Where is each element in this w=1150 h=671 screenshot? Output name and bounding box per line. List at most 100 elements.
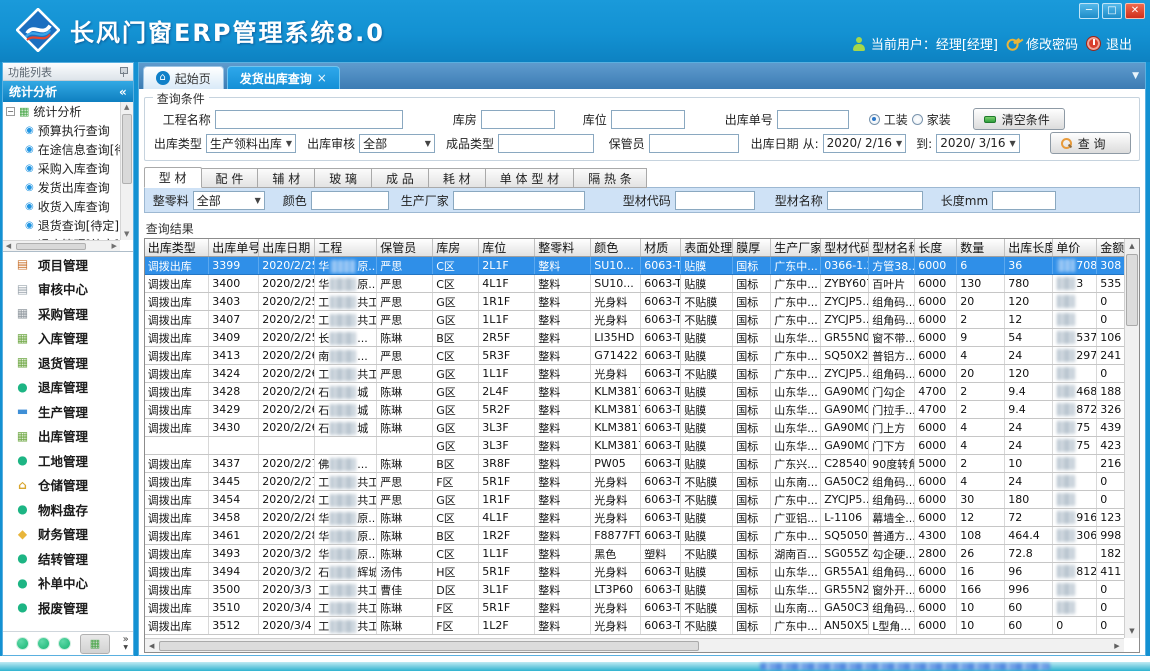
- table-row[interactable]: 调拨出库34452020/2/27工共工程严思F区5R1F整料光身料6063-T…: [145, 473, 1125, 491]
- table-row[interactable]: 调拨出库34302020/2/26石城陈琳G区3L3F整料KLM38176063…: [145, 419, 1125, 437]
- whole-piece-select[interactable]: 全部 ▼: [193, 191, 265, 210]
- scroll-down-icon[interactable]: ▼: [1125, 624, 1139, 638]
- product-type-input[interactable]: [498, 134, 594, 153]
- pin-icon[interactable]: [119, 66, 128, 77]
- tree-vertical-scrollbar[interactable]: ▲ ▼: [120, 102, 133, 240]
- color-input[interactable]: [311, 191, 389, 210]
- scroll-up-icon[interactable]: ▲: [1125, 239, 1139, 253]
- warehouse-input[interactable]: [481, 110, 555, 129]
- table-row[interactable]: 调拨出库35102020/3/4工共工程陈琳F区5R1F整料光身料6063-T5…: [145, 599, 1125, 617]
- collapse-icon[interactable]: «: [119, 85, 127, 99]
- column-header[interactable]: 工程: [315, 239, 377, 257]
- minimize-button[interactable]: ─: [1079, 3, 1099, 19]
- table-row[interactable]: 调拨出库34032020/2/25工共工程严思G区1R1F整料光身料6063-T…: [145, 293, 1125, 311]
- column-header[interactable]: 数量: [957, 239, 1005, 257]
- scroll-right-icon[interactable]: ▶: [1110, 642, 1124, 650]
- scroll-left-icon[interactable]: ◀: [3, 242, 14, 250]
- sidebar-item-returns-mgmt[interactable]: ▦退货管理: [3, 350, 133, 375]
- scrollbar-thumb[interactable]: [16, 243, 86, 250]
- material-tab-accessory[interactable]: 配 件: [202, 168, 259, 188]
- table-row[interactable]: 调拨出库35122020/3/4工共工程陈琳F区1L2F整料光身料6063-T5…: [145, 617, 1125, 635]
- maximize-button[interactable]: □: [1102, 3, 1122, 19]
- length-input[interactable]: [992, 191, 1056, 210]
- column-header[interactable]: 颜色: [591, 239, 641, 257]
- material-tab-insulation-strip[interactable]: 隔 热 条: [574, 168, 647, 188]
- column-header[interactable]: 表面处理: [681, 239, 733, 257]
- scrollbar-thumb[interactable]: [1126, 254, 1138, 326]
- scrollbar-thumb[interactable]: [122, 114, 132, 184]
- tree-collapse-icon[interactable]: −: [6, 107, 15, 116]
- material-tab-product[interactable]: 成 品: [372, 168, 429, 188]
- profile-name-input[interactable]: [827, 191, 923, 210]
- scroll-right-icon[interactable]: ▶: [109, 242, 120, 250]
- location-input[interactable]: [611, 110, 685, 129]
- tab-close-icon[interactable]: ×: [317, 71, 327, 85]
- tree-item-shipment-outbound-query[interactable]: ◉发货出库查询: [3, 178, 120, 197]
- sidebar-item-finance-mgmt[interactable]: ◆财务管理: [3, 522, 133, 547]
- sidebar-item-return-store-mgmt[interactable]: ●退库管理: [3, 375, 133, 400]
- column-header[interactable]: 保管员: [377, 239, 433, 257]
- tree-horizontal-scrollbar[interactable]: ◀ ▶: [3, 240, 120, 251]
- column-header[interactable]: 生产厂家: [771, 239, 821, 257]
- table-row[interactable]: 调拨出库34242020/2/26工共工程严思G区1L1F整料光身料6063-T…: [145, 365, 1125, 383]
- sidebar-item-site-mgmt[interactable]: ●工地管理: [3, 448, 133, 473]
- more-buttons-chevron[interactable]: » ▼: [123, 636, 129, 652]
- tab-overflow-icon[interactable]: ▼: [1132, 71, 1139, 81]
- column-header[interactable]: 整零料: [535, 239, 591, 257]
- column-header[interactable]: 金额: [1097, 239, 1125, 257]
- green-dot-icon[interactable]: [17, 638, 28, 649]
- table-row[interactable]: 调拨出库35002020/3/3工共工程曹佳D区3L1F整料LT3P606063…: [145, 581, 1125, 599]
- column-header[interactable]: 库房: [433, 239, 479, 257]
- radio-jiazhuang[interactable]: 家装: [912, 111, 951, 128]
- project-name-input[interactable]: [215, 110, 403, 129]
- sidebar-item-inbound-mgmt[interactable]: ▦入库管理: [3, 326, 133, 351]
- profile-code-input[interactable]: [675, 191, 755, 210]
- table-row[interactable]: 调拨出库34582020/2/28华原...陈琳C区4L1F整料光身料6063-…: [145, 509, 1125, 527]
- sidebar-item-production-mgmt[interactable]: ▬生产管理: [3, 399, 133, 424]
- grid-vertical-scrollbar[interactable]: ▲ ▼: [1124, 239, 1139, 638]
- scroll-left-icon[interactable]: ◀: [145, 642, 159, 650]
- table-row[interactable]: 调拨出库34542020/2/28工共工程严思G区1R1F整料光身料6063-T…: [145, 491, 1125, 509]
- column-header[interactable]: 型材代码: [821, 239, 869, 257]
- manufacturer-input[interactable]: [453, 191, 585, 210]
- sidebar-item-supplement-center[interactable]: ●补单中心: [3, 571, 133, 596]
- tree-item-purchase-inbound-query[interactable]: ◉采购入库查询: [3, 159, 120, 178]
- material-tab-glass[interactable]: 玻 璃: [315, 168, 372, 188]
- table-row[interactable]: 调拨出库34072020/2/25工共工程严思G区1L1F整料光身料6063-T…: [145, 311, 1125, 329]
- table-row[interactable]: 调拨出库34282020/2/26石城陈琳G区2L4F整料KLM38176063…: [145, 383, 1125, 401]
- sidebar-item-scrap-mgmt[interactable]: ●报废管理: [3, 595, 133, 620]
- sidebar-item-project-mgmt[interactable]: ▤项目管理: [3, 252, 133, 277]
- tab-shipment-outbound-query[interactable]: 发货出库查询 ×: [227, 66, 340, 89]
- material-tab-single-profile[interactable]: 单 体 型 材: [486, 168, 574, 188]
- material-tab-consumable[interactable]: 耗 材: [429, 168, 486, 188]
- material-tab-auxiliary[interactable]: 辅 材: [258, 168, 315, 188]
- outbound-type-select[interactable]: 生产领料出库 ▼: [206, 134, 296, 153]
- tree-item-returns-query[interactable]: ◉退货查询[待定]: [3, 216, 120, 235]
- column-header[interactable]: 出库单号: [209, 239, 259, 257]
- tree-item-in-transit-query[interactable]: ◉在途信息查询[待: [3, 140, 120, 159]
- scroll-up-icon[interactable]: ▲: [121, 102, 133, 113]
- column-header[interactable]: 材质: [641, 239, 681, 257]
- clear-conditions-button[interactable]: 清空条件: [973, 108, 1065, 130]
- search-button[interactable]: 查 询: [1050, 132, 1131, 154]
- column-header[interactable]: 单价: [1053, 239, 1097, 257]
- date-from-picker[interactable]: 2020/ 2/16 ▼: [823, 134, 907, 153]
- change-password-button[interactable]: 修改密码: [1006, 34, 1078, 53]
- table-row[interactable]: 调拨出库33992020/2/25华原...严思C区2L1F整料SU10...6…: [145, 257, 1125, 275]
- sidebar-item-purchase-mgmt[interactable]: ▦采购管理: [3, 301, 133, 326]
- sidebar-item-inventory-check[interactable]: ●物料盘存: [3, 497, 133, 522]
- sidebar-item-warehouse-mgmt[interactable]: ⌂仓储管理: [3, 473, 133, 498]
- tab-home[interactable]: ⌂ 起始页: [143, 66, 224, 89]
- keeper-input[interactable]: [649, 134, 739, 153]
- outbound-no-input[interactable]: [777, 110, 849, 129]
- table-row[interactable]: 调拨出库34092020/2/25长...陈琳B区2R5F整料LI35HD606…: [145, 329, 1125, 347]
- table-row[interactable]: 调拨出库34002020/2/25华原...严思C区4L1F整料SU10...6…: [145, 275, 1125, 293]
- sidebar-section-bar[interactable]: 统计分析 «: [3, 81, 133, 102]
- column-header[interactable]: 膜厚: [733, 239, 771, 257]
- sidebar-item-carryover-mgmt[interactable]: ●结转管理: [3, 546, 133, 571]
- scroll-down-icon[interactable]: ▼: [121, 229, 133, 240]
- close-button[interactable]: ✕: [1125, 3, 1145, 19]
- grid-horizontal-scrollbar[interactable]: ◀ ▶: [145, 638, 1124, 652]
- sidebar-item-audit-center[interactable]: ▤审核中心: [3, 277, 133, 302]
- column-header[interactable]: 出库日期: [259, 239, 315, 257]
